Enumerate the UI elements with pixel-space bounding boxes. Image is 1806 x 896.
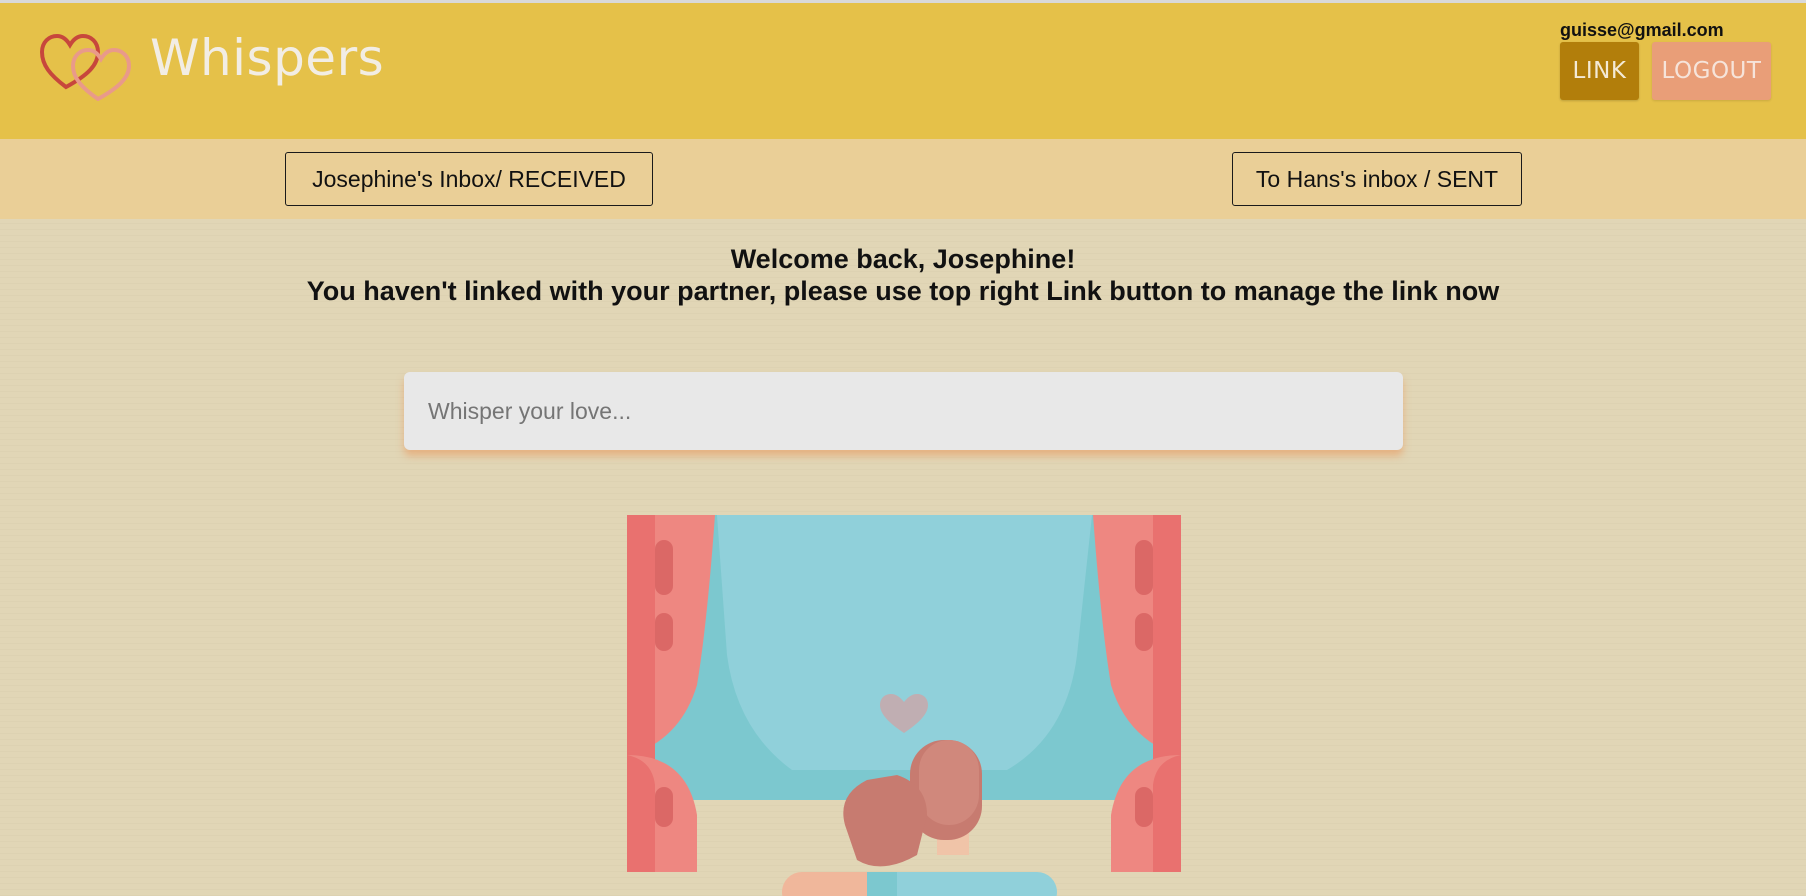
whisper-input-container (404, 372, 1403, 450)
user-email: guisse@gmail.com (1560, 20, 1724, 40)
inbox-nav: Josephine's Inbox/ RECEIVED To Hans's in… (0, 139, 1806, 219)
app-header: Whispers guisse@gmail.com LINK LOGOUT (0, 3, 1806, 139)
tab-sent-inbox[interactable]: To Hans's inbox / SENT (1232, 152, 1522, 206)
brand-title[interactable]: Whispers (150, 29, 384, 87)
welcome-heading: Welcome back, Josephine! (730, 244, 1076, 274)
double-hearts-icon[interactable] (40, 25, 132, 101)
logout-button[interactable]: LOGOUT (1652, 42, 1771, 100)
couple-window-curtains-illustration (627, 515, 1181, 896)
welcome-message: Welcome back, Josephine! You haven't lin… (0, 243, 1806, 307)
link-notice: You haven't linked with your partner, pl… (306, 276, 1500, 306)
tab-received-inbox[interactable]: Josephine's Inbox/ RECEIVED (285, 152, 653, 206)
link-button[interactable]: LINK (1560, 42, 1639, 100)
whisper-input[interactable] (404, 372, 1403, 450)
